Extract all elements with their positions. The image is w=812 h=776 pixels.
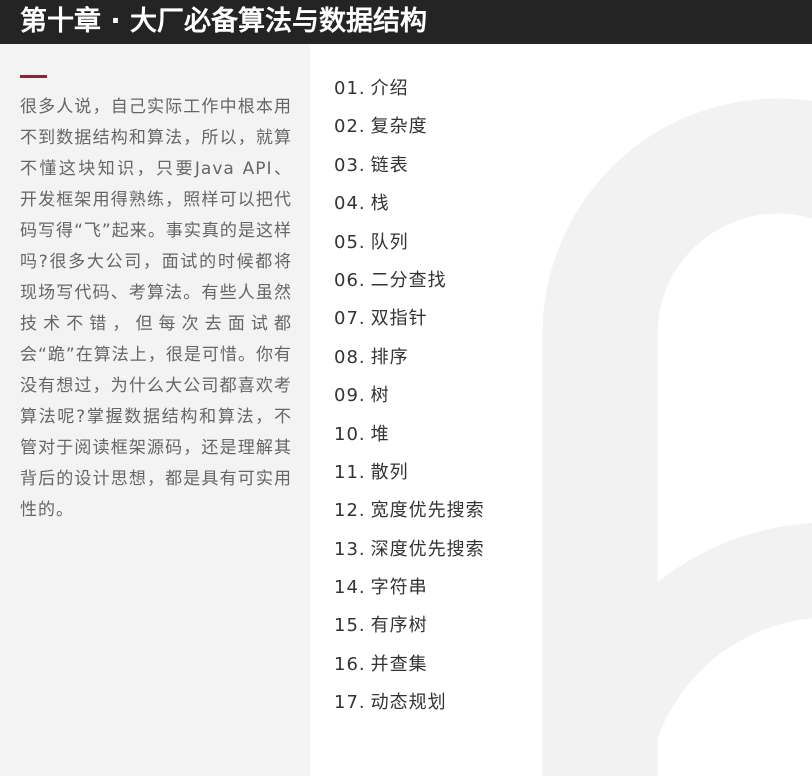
toc-item-title: 有序树: [370, 615, 428, 637]
toc-item[interactable]: 01. 介绍: [334, 70, 485, 108]
toc-item[interactable]: 11. 散列: [334, 454, 485, 492]
toc-item-title: 介绍: [370, 78, 409, 99]
toc-item-title: 散列: [370, 461, 409, 483]
toc-item-number: 10.: [334, 423, 366, 445]
toc-item-number: 11.: [334, 461, 366, 483]
toc-item[interactable]: 06. 二分查找: [334, 262, 485, 300]
toc-item-number: 15.: [334, 615, 366, 637]
toc-item-title: 动态规划: [370, 692, 447, 714]
header-bar: 第十章 · 大厂必备算法与数据结构: [0, 0, 812, 44]
toc-item[interactable]: 16. 并查集: [334, 646, 485, 684]
toc-item-number: 02.: [334, 116, 366, 138]
toc-item[interactable]: 07. 双指针: [334, 300, 485, 338]
toc-item-number: 05.: [334, 231, 366, 253]
accent-line: [20, 75, 47, 78]
toc-item-number: 12.: [334, 500, 366, 522]
toc-item[interactable]: 15. 有序树: [334, 607, 485, 645]
toc-item-title: 深度优先搜索: [370, 538, 485, 560]
toc-item[interactable]: 09. 树: [334, 377, 485, 415]
toc-item-number: 04.: [334, 193, 366, 215]
toc-item-number: 08.: [334, 346, 366, 368]
toc-item[interactable]: 03. 链表: [334, 147, 485, 185]
toc-item-title: 树: [370, 385, 390, 407]
toc-item-number: 09.: [334, 385, 366, 407]
toc-item[interactable]: 04. 栈: [334, 185, 485, 223]
toc-item[interactable]: 02. 复杂度: [334, 108, 485, 146]
toc-item-title: 字符串: [370, 577, 428, 599]
toc-item-number: 17.: [334, 692, 366, 714]
toc-item-number: 07.: [334, 308, 366, 330]
toc-item[interactable]: 13. 深度优先搜索: [334, 531, 485, 569]
toc-item-number: 06.: [334, 269, 366, 291]
toc-item-number: 16.: [334, 653, 366, 675]
intro-paragraph: 很多人说，自己实际工作中根本用不到数据结构和算法，所以，就算不懂这块知识，只要J…: [20, 97, 292, 520]
toc-item[interactable]: 08. 排序: [334, 339, 485, 377]
toc-item-title: 栈: [370, 193, 390, 215]
toc-item[interactable]: 17. 动态规划: [334, 684, 485, 722]
toc-list: 01. 介绍 02. 复杂度 03. 链表 04. 栈 05. 队列 06. 二分查找 07. 双指针 08…: [334, 70, 485, 723]
toc-item-title: 排序: [370, 346, 409, 368]
toc-item-number: 13.: [334, 538, 366, 560]
toc-item-title: 双指针: [370, 308, 428, 330]
toc-item-title: 宽度优先搜索: [370, 500, 485, 522]
toc-item-title: 二分查找: [370, 269, 447, 291]
toc-item-title: 链表: [370, 154, 409, 176]
toc-item-title: 并查集: [370, 653, 428, 675]
toc-item-title: 堆: [370, 423, 390, 445]
toc-item[interactable]: 05. 队列: [334, 224, 485, 262]
chapter-title: 第十章 · 大厂必备算法与数据结构: [20, 6, 428, 37]
toc-item[interactable]: 12. 宽度优先搜索: [334, 492, 485, 530]
toc-item[interactable]: 10. 堆: [334, 416, 485, 454]
toc-item-number: 01.: [334, 78, 366, 99]
toc-item-number: 03.: [334, 154, 366, 176]
toc-item-title: 队列: [370, 231, 409, 253]
toc-item[interactable]: 14. 字符串: [334, 569, 485, 607]
toc-item-title: 复杂度: [370, 116, 428, 138]
toc-item-number: 14.: [334, 577, 366, 599]
